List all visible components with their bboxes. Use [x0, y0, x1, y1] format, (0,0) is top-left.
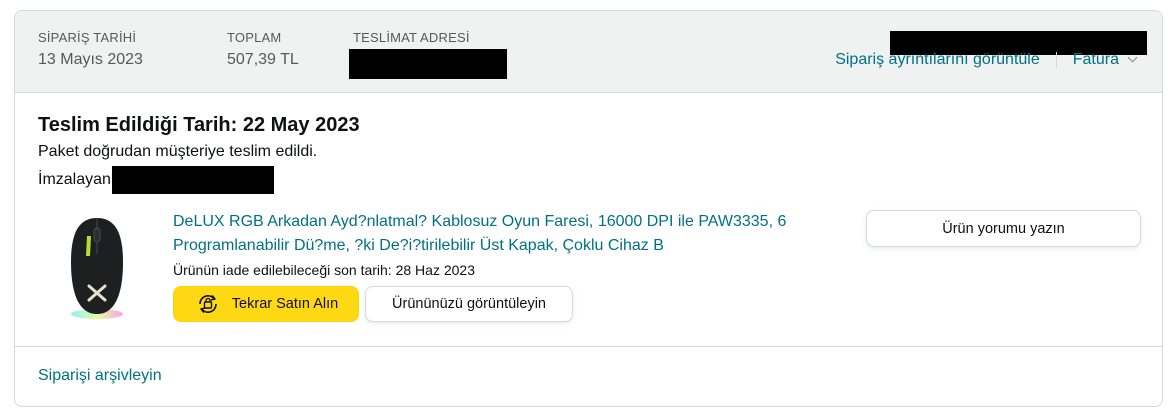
signed-by-label: İmzalayan: [38, 171, 111, 188]
order-total-label: TOPLAM: [227, 30, 282, 45]
delivery-address-label: TESLİMAT ADRESİ: [353, 30, 470, 45]
rebuy-cycle-icon: [198, 294, 217, 314]
buy-again-label: Tekrar Satın Alın: [231, 296, 339, 312]
footer-divider: [15, 346, 1162, 347]
order-date-value: 13 Mayıs 2023: [38, 51, 143, 68]
delivery-address-block: TESLİMAT ADRESİ: [353, 30, 470, 45]
invoice-dropdown[interactable]: Fatura: [1072, 51, 1138, 69]
header-link-divider: [1055, 52, 1057, 68]
order-card: SİPARİŞ TARİHİ 13 Mayıs 2023 TOPLAM 507,…: [14, 10, 1163, 407]
write-review-label: Ürün yorumu yazın: [942, 220, 1065, 237]
delivery-status-subtitle: Paket doğrudan müşteriye teslim edildi.: [38, 143, 318, 160]
order-total-value: 507,39 TL: [227, 51, 299, 68]
view-item-label: Ürününüzü görüntüleyin: [392, 296, 546, 312]
product-title-link[interactable]: DeLUX RGB Arkadan Ayd?nlatmal? Kablosuz …: [173, 210, 853, 258]
order-total-block: TOPLAM 507,39 TL: [227, 30, 299, 69]
return-deadline: Ürünün iade edilebileceği son tarih: 28 …: [173, 262, 475, 278]
order-date-block: SİPARİŞ TARİHİ 13 Mayıs 2023: [38, 30, 143, 69]
redacted-signer: [111, 166, 274, 194]
view-item-button[interactable]: Ürününüzü görüntüleyin: [365, 286, 573, 322]
delivery-status-title: Teslim Edildiği Tarih: 22 May 2023: [38, 114, 360, 136]
invoice-label: Fatura: [1072, 51, 1119, 68]
signed-by: İmzalayan: [38, 166, 274, 194]
buy-again-button[interactable]: Tekrar Satın Alın: [173, 286, 359, 322]
write-review-button[interactable]: Ürün yorumu yazın: [866, 210, 1141, 247]
header-links: Sipariş ayrıntılarını görüntüle Fatura: [835, 51, 1138, 69]
archive-order-link[interactable]: Siparişi arşivleyin: [38, 367, 162, 385]
product-image[interactable]: [65, 214, 129, 322]
order-header: SİPARİŞ TARİHİ 13 Mayıs 2023 TOPLAM 507,…: [15, 11, 1162, 93]
order-date-label: SİPARİŞ TARİHİ: [38, 30, 137, 45]
redacted-address: [349, 49, 507, 79]
order-details-link[interactable]: Sipariş ayrıntılarını görüntüle: [835, 51, 1040, 69]
chevron-down-icon: [1127, 52, 1138, 63]
product-action-buttons: Tekrar Satın Alın Ürününüzü görüntüleyin: [173, 286, 573, 322]
